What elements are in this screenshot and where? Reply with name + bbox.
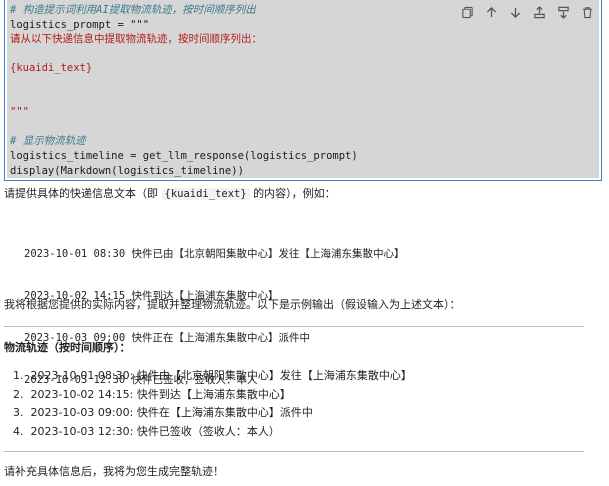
move-down-icon[interactable] <box>508 5 523 20</box>
example-line: 2023-10-01 08:30 快件已由【北京朝阳集散中心】发往【上海浦东集散… <box>24 248 405 260</box>
delete-icon[interactable] <box>580 5 595 20</box>
insert-below-icon[interactable] <box>556 5 571 20</box>
timeline-heading: 物流轨迹（按时间顺序）： <box>4 341 131 354</box>
list-item: 2. 2023-10-02 14:15: 快件到达【上海浦东集散中心】 <box>13 387 291 401</box>
move-up-icon[interactable] <box>484 5 499 20</box>
list-item: 3. 2023-10-03 09:00: 快件在【上海浦东集散中心】派件中 <box>13 406 313 419</box>
list-item: 4. 2023-10-03 12:30: 快件已签收（签收人：本人） <box>13 424 280 438</box>
inline-code: {kuaidi_text} <box>161 188 250 200</box>
code-line: 请从以下快递信息中提取物流轨迹，按时间顺序列出： <box>10 33 262 46</box>
code-line: # 构造提示词利用AI提取物流轨迹，按时间顺序列出 <box>10 4 256 16</box>
code-line: {kuaidi_text} <box>10 62 93 75</box>
divider <box>4 326 584 327</box>
copy-icon[interactable] <box>460 5 475 20</box>
closing-text: 请补充具体信息后，我将为您生成完整轨迹！ <box>4 465 224 478</box>
list-item: 1. 2023-10-01 08:30: 快件由【北京朝阳集散中心】发往【上海浦… <box>13 369 412 382</box>
divider <box>4 451 584 452</box>
code-line: logistics_timeline = get_llm_response(lo… <box>10 149 358 162</box>
code-content[interactable]: # 构造提示词利用AI提取物流轨迹，按时间顺序列出 logistics_promp… <box>10 3 358 178</box>
code-line: """ <box>10 106 29 119</box>
code-editor[interactable]: # 构造提示词利用AI提取物流轨迹，按时间顺序列出 logistics_promp… <box>7 0 599 178</box>
code-line: # 显示物流轨迹 <box>10 135 86 148</box>
insert-above-icon[interactable] <box>532 5 547 20</box>
code-cell[interactable]: # 构造提示词利用AI提取物流轨迹，按时间顺序列出 logistics_promp… <box>4 0 602 181</box>
explain-text: 我将根据您提供的实际内容，提取并整理物流轨迹。以下是示例输出（假设输入为上述文本… <box>4 298 461 311</box>
intro-text: 请提供具体的快递信息文本（即 {kuaidi_text} 的内容），例如： <box>4 187 336 200</box>
code-line: logistics_prompt = """ <box>10 18 150 31</box>
code-line: display(Markdown(logistics_timeline)) <box>10 164 244 177</box>
cell-toolbar <box>460 4 595 20</box>
timeline-list: 1. 2023-10-01 08:30: 快件由【北京朝阳集散中心】发往【上海浦… <box>4 367 412 441</box>
